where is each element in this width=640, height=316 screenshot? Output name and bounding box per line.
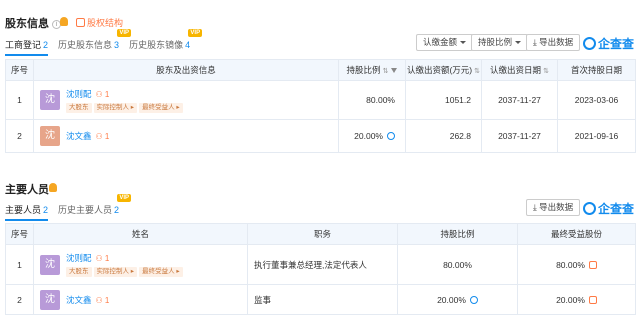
avatar[interactable]: 沈 bbox=[40, 254, 60, 275]
first-date-cell: 2023-03-06 bbox=[557, 80, 636, 120]
table-row: 1 沈 沈则配 ⚇ 1 大股东 实际控制人 ▸ 最终受益人 ▸ 80.00% 10… bbox=[5, 80, 636, 120]
table-row: 1 沈 沈则配 ⚇ 1 大股东 实际控制人 ▸ 最终受益人 ▸ 执行董事兼总经理,… bbox=[5, 244, 636, 285]
tag-major-shareholder[interactable]: 大股东 bbox=[66, 102, 92, 113]
avatar[interactable]: 沈 bbox=[40, 126, 60, 146]
shareholders-title: 股东信息 i bbox=[5, 15, 61, 31]
bell-icon[interactable] bbox=[49, 183, 57, 192]
bell-icon[interactable] bbox=[60, 17, 68, 26]
logo-icon bbox=[583, 37, 596, 50]
relation-icon[interactable]: ⚇ 1 bbox=[96, 90, 110, 99]
tab-history-personnel[interactable]: 历史主要人员 2 VIP bbox=[58, 194, 132, 221]
qichacha-logo: 企查查 bbox=[583, 200, 634, 217]
tag-actual-controller[interactable]: 实际控制人 ▸ bbox=[93, 267, 138, 277]
ratio-cell: 80.00% bbox=[397, 244, 518, 285]
equity-structure-icon bbox=[76, 18, 85, 27]
equity-structure-link[interactable]: 股权结构 bbox=[76, 16, 123, 29]
shareholders-table: 序号 股东及出资信息 持股比例 ⇅ 认缴出资额(万元) ⇅ 认缴出资日期 ⇅ 首次持股… bbox=[5, 59, 636, 153]
avatar[interactable]: 沈 bbox=[40, 289, 60, 310]
personnel-table: 序号 姓名 职务 持股比例 最终受益股份 1 沈 沈则配 ⚇ 1 大股东 实际控制… bbox=[5, 223, 636, 315]
qichacha-logo: 企查查 bbox=[583, 35, 634, 52]
col-header-index: 序号 bbox=[5, 59, 34, 81]
table-row: 2 沈 沈文鑫 ⚇ 1 监事 20.00% 20.00% bbox=[5, 284, 636, 315]
row-index: 2 bbox=[5, 284, 34, 315]
table-header-row: 序号 姓名 职务 持股比例 最终受益股份 bbox=[5, 223, 636, 245]
row-index: 1 bbox=[5, 244, 34, 285]
col-header-ratio[interactable]: 持股比例 ⇅ bbox=[338, 59, 406, 81]
tab-business-registration[interactable]: 工商登记 2 bbox=[5, 38, 49, 56]
first-date-cell: 2021-09-16 bbox=[557, 119, 636, 153]
amount-cell: 1051.2 bbox=[405, 80, 482, 120]
amount-cell: 262.8 bbox=[405, 119, 482, 153]
sort-icon[interactable]: ⇅ bbox=[543, 67, 549, 75]
tag-ultimate-beneficiary[interactable]: 最终受益人 ▸ bbox=[139, 102, 183, 113]
benefit-cell: 80.00% bbox=[517, 244, 636, 285]
sort-icon[interactable]: ⇅ bbox=[383, 67, 389, 75]
amount-filter-button[interactable]: 认缴金额 bbox=[416, 34, 474, 51]
col-header-amount[interactable]: 认缴出资额(万元) ⇅ bbox=[405, 59, 482, 81]
vip-badge: VIP bbox=[117, 194, 132, 202]
avatar[interactable]: 沈 bbox=[40, 90, 60, 110]
benefit-chart-icon[interactable] bbox=[588, 260, 597, 269]
row-index: 1 bbox=[5, 80, 34, 120]
date-cell: 2037-11-27 bbox=[481, 80, 558, 120]
relation-icon[interactable]: ⚇ 1 bbox=[96, 254, 110, 263]
ratio-cell: 80.00% bbox=[338, 80, 406, 120]
personnel-title: 主要人员 bbox=[5, 184, 49, 196]
tag-major-shareholder[interactable]: 大股东 bbox=[66, 267, 92, 277]
date-cell: 2037-11-27 bbox=[481, 119, 558, 153]
tab-main-personnel[interactable]: 主要人员 2 bbox=[5, 203, 49, 221]
col-header-role: 职务 bbox=[247, 223, 398, 245]
vip-badge: VIP bbox=[117, 29, 132, 37]
relation-icon[interactable]: ⚇ 1 bbox=[96, 296, 110, 305]
col-header-date[interactable]: 认缴出资日期 ⇅ bbox=[481, 59, 558, 81]
col-header-shareholder: 股东及出资信息 bbox=[33, 59, 339, 81]
col-header-index: 序号 bbox=[5, 223, 34, 245]
col-header-name: 姓名 bbox=[33, 223, 248, 245]
tag-ultimate-beneficiary[interactable]: 最终受益人 ▸ bbox=[139, 267, 183, 277]
tag-actual-controller[interactable]: 实际控制人 ▸ bbox=[93, 102, 138, 113]
benefit-chart-icon[interactable] bbox=[588, 295, 597, 304]
filter-icon[interactable] bbox=[391, 68, 398, 73]
ratio-filter-button[interactable]: 持股比例 bbox=[471, 34, 529, 51]
role-cell: 执行董事兼总经理,法定代表人 bbox=[247, 244, 398, 285]
benefit-cell: 20.00% bbox=[517, 284, 636, 315]
export-button[interactable]: ⤓ 导出数据 bbox=[526, 34, 581, 51]
ratio-cell: 20.00% bbox=[338, 119, 406, 153]
relation-icon[interactable]: ⚇ 1 bbox=[96, 132, 110, 141]
chevron-down-icon bbox=[460, 41, 467, 44]
ratio-chart-icon[interactable] bbox=[469, 295, 478, 304]
col-header-ratio: 持股比例 bbox=[397, 223, 518, 245]
logo-icon bbox=[583, 202, 596, 215]
ratio-cell: 20.00% bbox=[397, 284, 518, 315]
chevron-down-icon bbox=[515, 41, 522, 44]
col-header-benefit: 最终受益股份 bbox=[517, 223, 636, 245]
role-cell: 监事 bbox=[247, 284, 398, 315]
tab-history-mirror[interactable]: 历史股东镜像 4 VIP bbox=[129, 29, 203, 56]
shareholder-name-link[interactable]: 沈则配 bbox=[66, 89, 92, 99]
ratio-chart-icon[interactable] bbox=[387, 132, 395, 140]
person-name-link[interactable]: 沈文鑫 bbox=[66, 295, 92, 305]
sort-icon[interactable]: ⇅ bbox=[474, 67, 480, 75]
personnel-tabs: 主要人员 2 历史主要人员 2 VIP bbox=[5, 194, 132, 221]
shareholder-tabs: 工商登记 2 历史股东信息 3 VIP 历史股东镜像 4 VIP bbox=[5, 29, 203, 56]
row-index: 2 bbox=[5, 119, 34, 153]
table-header-row: 序号 股东及出资信息 持股比例 ⇅ 认缴出资额(万元) ⇅ 认缴出资日期 ⇅ 首次持股… bbox=[5, 59, 636, 81]
person-name-link[interactable]: 沈则配 bbox=[66, 253, 92, 263]
shareholder-name-link[interactable]: 沈文鑫 bbox=[66, 131, 92, 141]
export-button[interactable]: ⤓ 导出数据 bbox=[526, 199, 581, 216]
vip-badge: VIP bbox=[188, 29, 203, 37]
table-row: 2 沈 沈文鑫 ⚇ 1 20.00% 262.8 2037-11-27 2021-… bbox=[5, 119, 636, 153]
tab-history-shareholders[interactable]: 历史股东信息 3 VIP bbox=[58, 29, 132, 56]
col-header-first-date: 首次持股日期 bbox=[557, 59, 636, 81]
